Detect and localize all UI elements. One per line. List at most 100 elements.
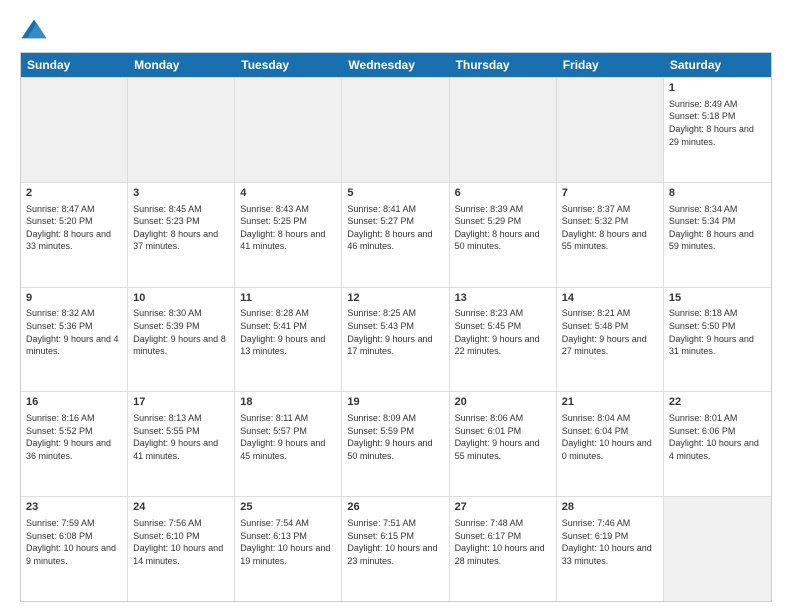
cell-text: Daylight: 9 hours and 31 minutes.	[669, 333, 766, 358]
cal-cell: 17Sunrise: 8:13 AMSunset: 5:55 PMDayligh…	[128, 392, 235, 496]
cell-text: Sunset: 5:34 PM	[669, 215, 766, 228]
day-number: 12	[347, 291, 443, 306]
cal-cell: 10Sunrise: 8:30 AMSunset: 5:39 PMDayligh…	[128, 288, 235, 392]
cal-cell	[21, 78, 128, 182]
cell-text: Sunset: 6:01 PM	[455, 425, 551, 438]
day-number: 4	[240, 186, 336, 201]
cell-text: Sunset: 5:57 PM	[240, 425, 336, 438]
cell-text: Sunrise: 8:34 AM	[669, 203, 766, 216]
day-number: 23	[26, 500, 122, 515]
cal-cell: 22Sunrise: 8:01 AMSunset: 6:06 PMDayligh…	[664, 392, 771, 496]
calendar-body: 1 Sunrise: 8:49 AMSunset: 5:18 PM Daylight…	[21, 77, 771, 601]
cell-text: Daylight: 9 hours and 27 minutes.	[562, 333, 658, 358]
cell-text: Sunset: 5:32 PM	[562, 215, 658, 228]
cell-text: Sunrise: 8:18 AM	[669, 307, 766, 320]
logo-icon	[20, 16, 48, 44]
day-number: 17	[133, 395, 229, 410]
cell-text: Sunset: 6:17 PM	[455, 530, 551, 543]
cell-text: Sunset: 5:27 PM	[347, 215, 443, 228]
day-number: 6	[455, 186, 551, 201]
cell-text: Sunset: 5:50 PM	[669, 320, 766, 333]
cal-week: 16Sunrise: 8:16 AMSunset: 5:52 PMDayligh…	[21, 391, 771, 496]
cell-text: Daylight: 9 hours and 13 minutes.	[240, 333, 336, 358]
day-number: 24	[133, 500, 229, 515]
cell-text: Sunset: 5:18 PM	[669, 110, 766, 123]
cal-cell	[342, 78, 449, 182]
day-number: 25	[240, 500, 336, 515]
header	[20, 16, 772, 44]
cal-header-day: Wednesday	[342, 53, 449, 77]
day-number: 2	[26, 186, 122, 201]
cell-text: Sunrise: 8:37 AM	[562, 203, 658, 216]
cal-cell	[557, 78, 664, 182]
cell-text: Sunrise: 8:28 AM	[240, 307, 336, 320]
cell-text: Sunrise: 7:56 AM	[133, 517, 229, 530]
cal-cell: 27Sunrise: 7:48 AMSunset: 6:17 PMDayligh…	[450, 497, 557, 601]
cal-cell: 19Sunrise: 8:09 AMSunset: 5:59 PMDayligh…	[342, 392, 449, 496]
cell-text: Sunset: 5:45 PM	[455, 320, 551, 333]
cal-cell: 12Sunrise: 8:25 AMSunset: 5:43 PMDayligh…	[342, 288, 449, 392]
cal-cell: 20Sunrise: 8:06 AMSunset: 6:01 PMDayligh…	[450, 392, 557, 496]
cell-text: Sunrise: 8:39 AM	[455, 203, 551, 216]
page: SundayMondayTuesdayWednesdayThursdayFrid…	[0, 0, 792, 612]
day-number: 13	[455, 291, 551, 306]
cell-text: Sunrise: 8:23 AM	[455, 307, 551, 320]
cell-text: Daylight: 8 hours and 59 minutes.	[669, 228, 766, 253]
cal-cell	[664, 497, 771, 601]
cell-text: Sunset: 5:41 PM	[240, 320, 336, 333]
cell-text: Sunrise: 8:47 AM	[26, 203, 122, 216]
day-number: 22	[669, 395, 766, 410]
cell-text: Sunrise: 8:11 AM	[240, 412, 336, 425]
cell-text: Daylight: 10 hours and 33 minutes.	[562, 542, 658, 567]
cell-text: Sunrise: 8:49 AM	[669, 98, 766, 111]
cell-text: Daylight: 8 hours and 33 minutes.	[26, 228, 122, 253]
cal-cell	[450, 78, 557, 182]
day-number: 7	[562, 186, 658, 201]
day-number: 28	[562, 500, 658, 515]
cell-text: Sunset: 5:43 PM	[347, 320, 443, 333]
cell-text: Sunrise: 7:48 AM	[455, 517, 551, 530]
cal-week: 1Sunrise: 8:49 AMSunset: 5:18 PMDaylight…	[21, 77, 771, 182]
cell-text: Daylight: 9 hours and 22 minutes.	[455, 333, 551, 358]
cal-cell: 6Sunrise: 8:39 AMSunset: 5:29 PMDaylight…	[450, 183, 557, 287]
cell-text: Daylight: 9 hours and 55 minutes.	[455, 437, 551, 462]
cal-header-day: Tuesday	[235, 53, 342, 77]
cal-header-day: Thursday	[450, 53, 557, 77]
day-number: 1	[669, 81, 766, 96]
cell-text: Sunset: 6:15 PM	[347, 530, 443, 543]
cell-text: Sunset: 5:36 PM	[26, 320, 122, 333]
day-number: 5	[347, 186, 443, 201]
cell-text: Daylight: 10 hours and 0 minutes.	[562, 437, 658, 462]
day-number: 16	[26, 395, 122, 410]
cell-text: Sunset: 5:39 PM	[133, 320, 229, 333]
day-number: 14	[562, 291, 658, 306]
day-number: 8	[669, 186, 766, 201]
day-number: 26	[347, 500, 443, 515]
cal-header-day: Sunday	[21, 53, 128, 77]
cell-text: Daylight: 9 hours and 4 minutes.	[26, 333, 122, 358]
cal-cell: 14Sunrise: 8:21 AMSunset: 5:48 PMDayligh…	[557, 288, 664, 392]
cell-text: Daylight: 8 hours and 37 minutes.	[133, 228, 229, 253]
cell-text: Sunset: 6:13 PM	[240, 530, 336, 543]
day-number: 19	[347, 395, 443, 410]
cell-text: Daylight: 10 hours and 19 minutes.	[240, 542, 336, 567]
cell-text: Sunset: 5:29 PM	[455, 215, 551, 228]
cell-text: Sunrise: 8:21 AM	[562, 307, 658, 320]
cell-text: Sunset: 5:20 PM	[26, 215, 122, 228]
cal-cell: 7Sunrise: 8:37 AMSunset: 5:32 PMDaylight…	[557, 183, 664, 287]
day-number: 11	[240, 291, 336, 306]
calendar: SundayMondayTuesdayWednesdayThursdayFrid…	[20, 52, 772, 602]
cal-header-day: Monday	[128, 53, 235, 77]
cal-cell: 24Sunrise: 7:56 AMSunset: 6:10 PMDayligh…	[128, 497, 235, 601]
cell-text: Sunrise: 8:43 AM	[240, 203, 336, 216]
cell-text: Sunrise: 8:04 AM	[562, 412, 658, 425]
day-number: 9	[26, 291, 122, 306]
cell-text: Sunset: 5:48 PM	[562, 320, 658, 333]
cell-text: Daylight: 10 hours and 14 minutes.	[133, 542, 229, 567]
day-number: 27	[455, 500, 551, 515]
cal-week: 23Sunrise: 7:59 AMSunset: 6:08 PMDayligh…	[21, 496, 771, 601]
cal-cell	[235, 78, 342, 182]
cell-text: Sunrise: 7:54 AM	[240, 517, 336, 530]
cal-cell: 4Sunrise: 8:43 AMSunset: 5:25 PMDaylight…	[235, 183, 342, 287]
cal-cell: 2 Sunrise: 8:47 AMSunset: 5:20 PMDaylight…	[21, 183, 128, 287]
